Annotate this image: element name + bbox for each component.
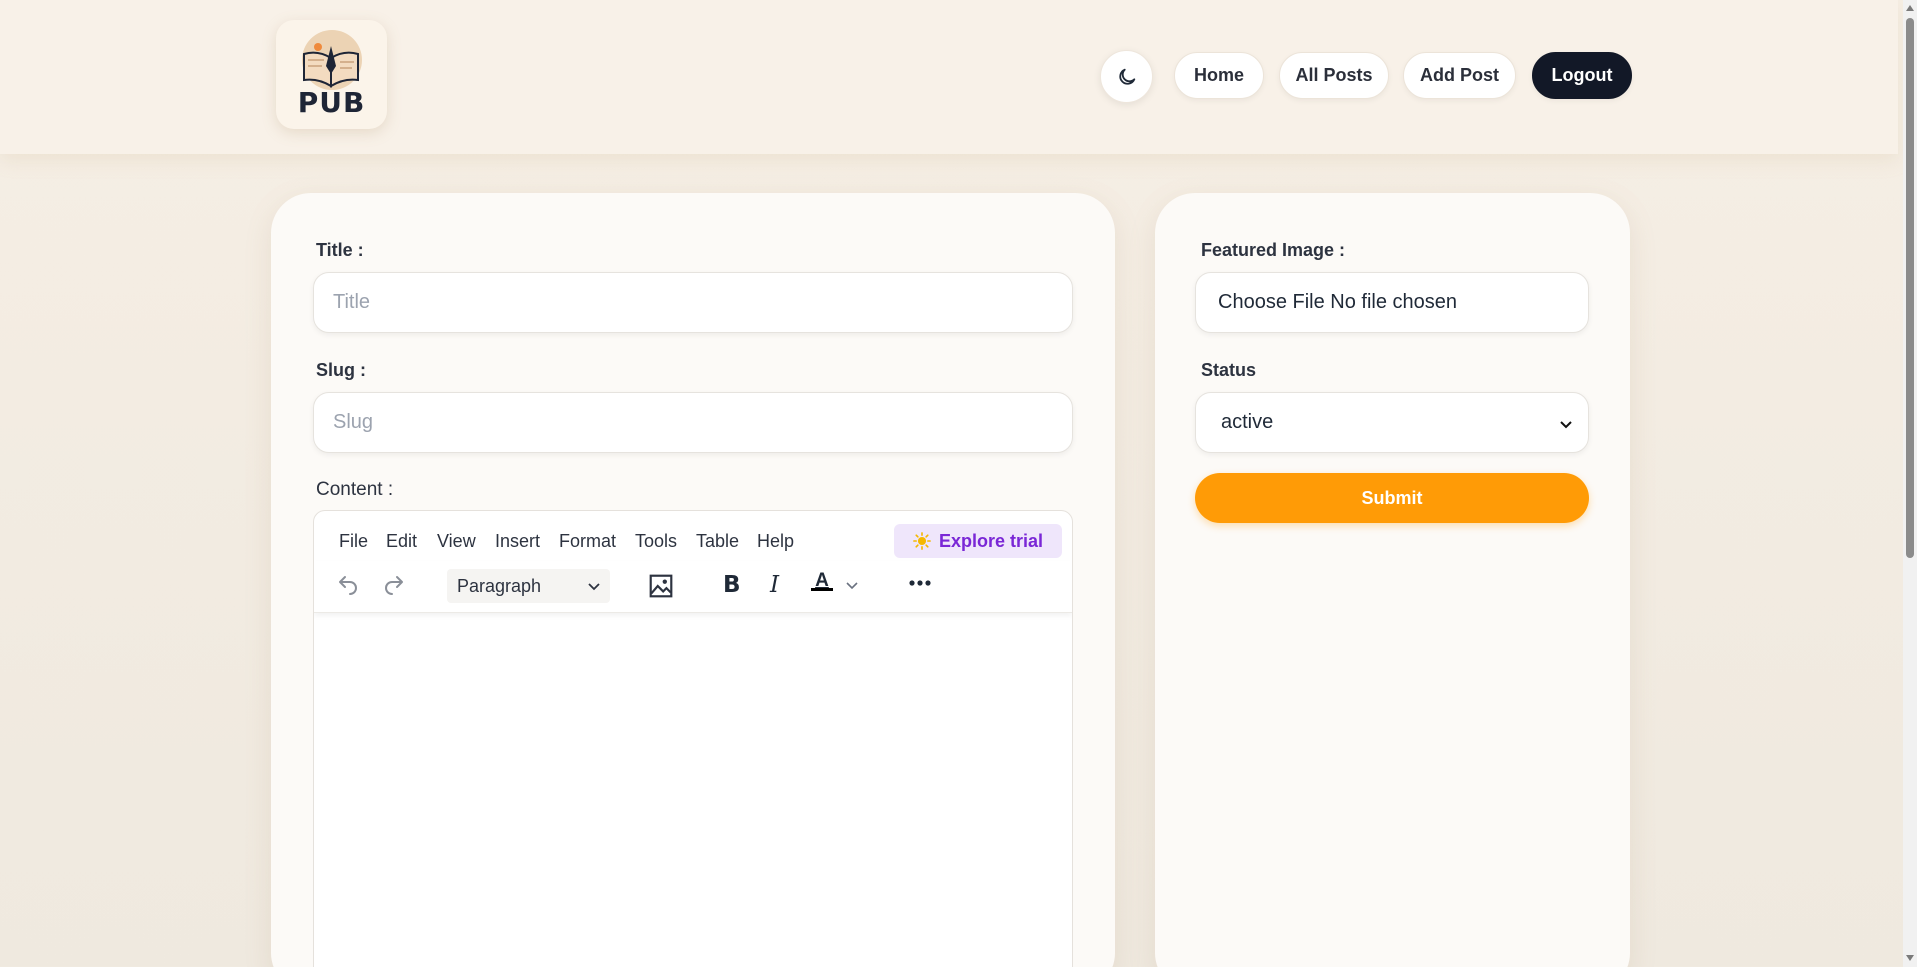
sun-icon <box>913 532 931 550</box>
moon-icon <box>1118 68 1135 85</box>
menu-help[interactable]: Help <box>757 531 794 552</box>
title-input[interactable] <box>313 272 1073 333</box>
nav-add-post-button[interactable]: Add Post <box>1403 52 1516 99</box>
menu-view[interactable]: View <box>437 531 476 552</box>
menu-format[interactable]: Format <box>559 531 616 552</box>
nav-home-button[interactable]: Home <box>1174 52 1264 99</box>
content-label: Content : <box>316 479 394 500</box>
editor-menubar: File Edit View Insert Format Tools Table… <box>314 511 1072 561</box>
title-label: Title : <box>316 240 364 260</box>
italic-icon[interactable]: I <box>770 572 779 598</box>
chevron-down-icon <box>588 583 600 591</box>
file-input-text: Choose File No file chosen <box>1218 291 1458 313</box>
redo-icon[interactable] <box>382 573 406 597</box>
slug-input[interactable] <box>313 392 1073 453</box>
scroll-down-arrow-icon[interactable] <box>1906 955 1914 961</box>
menu-file[interactable]: File <box>339 531 368 552</box>
featured-image-label: Featured Image : <box>1201 240 1346 260</box>
scroll-thumb[interactable] <box>1906 18 1914 558</box>
page-scrollbar[interactable] <box>1903 0 1917 967</box>
menu-edit[interactable]: Edit <box>386 531 417 552</box>
slug-label: Slug : <box>316 360 366 380</box>
text-color-chevron-icon[interactable] <box>844 577 860 593</box>
explore-trial-label: Explore trial <box>938 530 1044 551</box>
nav-all-posts-button[interactable]: All Posts <box>1279 52 1389 99</box>
status-label: Status <box>1201 360 1257 380</box>
block-format-value: Paragraph <box>457 575 542 596</box>
more-options-icon[interactable] <box>908 579 932 587</box>
featured-image-file-input[interactable]: Choose File No file chosen <box>1195 272 1589 333</box>
explore-trial-button[interactable]: Explore trial <box>894 524 1062 558</box>
chevron-down-icon <box>1560 421 1572 429</box>
status-value: active <box>1221 411 1274 433</box>
rich-text-editor: File Edit View Insert Format Tools Table… <box>313 510 1073 967</box>
scroll-up-arrow-icon[interactable] <box>1906 5 1914 11</box>
logo-text: PUB <box>297 86 366 119</box>
logout-button[interactable]: Logout <box>1532 52 1632 99</box>
site-header: PUB Home All Posts Add Post Logout <box>0 0 1898 154</box>
menu-insert[interactable]: Insert <box>495 531 540 552</box>
editor-toolbar: Paragraph B I A <box>314 561 1072 613</box>
theme-toggle-button[interactable] <box>1100 50 1153 103</box>
insert-image-icon[interactable] <box>648 573 674 599</box>
status-select[interactable]: active <box>1195 392 1589 453</box>
book-pen-icon <box>302 30 362 90</box>
text-color-icon[interactable]: A <box>811 571 833 591</box>
menu-tools[interactable]: Tools <box>635 531 677 552</box>
editor-content-area[interactable] <box>314 613 1072 967</box>
submit-button[interactable]: Submit <box>1195 473 1589 523</box>
menu-table[interactable]: Table <box>696 531 739 552</box>
block-format-select[interactable]: Paragraph <box>447 569 610 603</box>
pub-logo[interactable]: PUB <box>276 20 387 129</box>
bold-icon[interactable]: B <box>723 572 741 598</box>
undo-icon[interactable] <box>336 573 360 597</box>
